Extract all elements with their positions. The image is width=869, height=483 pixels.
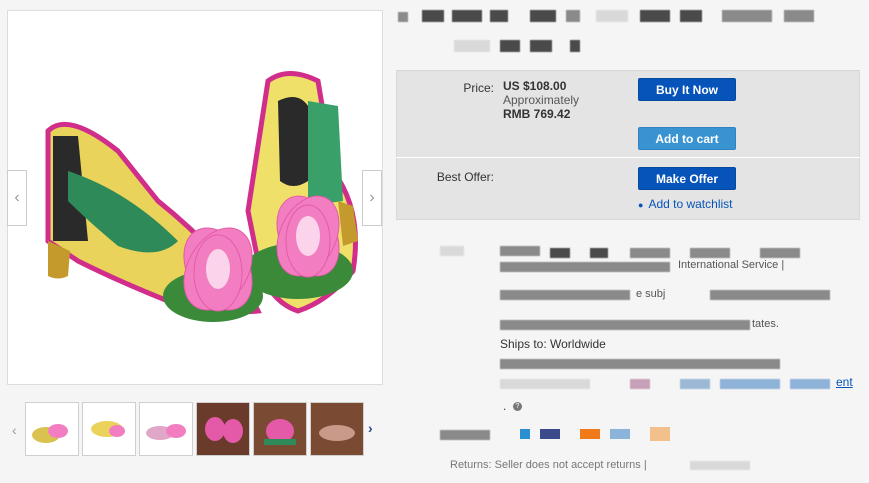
thumbnail-image <box>311 403 363 455</box>
payment-logo <box>580 429 600 439</box>
chevron-left-icon: ‹ <box>12 422 17 438</box>
title-blur <box>680 10 702 22</box>
thumbnail-image <box>26 403 78 455</box>
price-value: US $108.00 <box>503 79 567 93</box>
title-blur <box>452 10 482 22</box>
add-to-watchlist-link[interactable]: ● Add to watchlist <box>638 197 732 211</box>
thumbnail[interactable] <box>25 402 79 456</box>
details-blur <box>690 248 730 258</box>
title-blur <box>398 12 408 22</box>
details-blur <box>680 379 710 389</box>
payment-logo <box>520 429 530 439</box>
title-blur <box>566 10 580 22</box>
title-blur <box>570 40 580 52</box>
details-blur <box>500 320 750 330</box>
details-blur <box>630 248 670 258</box>
details-blur <box>720 379 780 389</box>
title-blur <box>722 10 772 22</box>
thumbnails-next-button[interactable]: › <box>368 420 373 436</box>
add-to-cart-button[interactable]: Add to cart <box>638 127 736 150</box>
states-text: tates. <box>752 318 779 330</box>
thumbnail[interactable] <box>82 402 136 456</box>
details-blur <box>500 379 590 389</box>
thumbnail[interactable] <box>196 402 250 456</box>
chevron-left-icon: ‹ <box>14 189 20 206</box>
thumbnail[interactable] <box>253 402 307 456</box>
title-blur <box>490 10 508 22</box>
help-icon[interactable]: ? <box>513 402 522 411</box>
gallery-prev-button[interactable]: ‹ <box>7 170 27 226</box>
details-blur <box>760 248 800 258</box>
details-blur <box>630 379 650 389</box>
period-text: . <box>503 399 507 413</box>
detail-link[interactable]: ent <box>836 375 853 389</box>
returns-text: Returns: Seller does not accept returns … <box>450 459 647 471</box>
make-offer-button[interactable]: Make Offer <box>638 167 736 190</box>
thumbnail-image <box>83 403 135 455</box>
details-blur <box>550 248 570 258</box>
approx-label: Approximately <box>503 93 580 107</box>
details-blur <box>440 246 464 256</box>
shipping-text: International Service | <box>678 259 785 271</box>
details-blur <box>500 359 780 369</box>
title-blur <box>596 10 628 22</box>
price-label: Price: <box>463 81 494 95</box>
title-blur <box>784 10 814 22</box>
payment-logo <box>540 429 560 439</box>
thumbnail-image <box>140 403 192 455</box>
title-blur <box>422 10 444 22</box>
title-blur <box>530 10 556 22</box>
thumbnail[interactable] <box>139 402 193 456</box>
shoe-illustration <box>45 71 358 322</box>
approx-value: RMB 769.42 <box>503 107 571 121</box>
buy-it-now-button[interactable]: Buy It Now <box>638 78 736 101</box>
chevron-right-icon: › <box>369 189 375 206</box>
thumbnail-image <box>254 403 306 455</box>
returns-blur <box>690 461 750 470</box>
thumbnail-image <box>197 403 249 455</box>
title-blur <box>640 10 670 22</box>
details-blur <box>590 248 608 258</box>
chevron-right-icon: › <box>368 420 373 436</box>
details-blur <box>710 290 830 300</box>
details-blur <box>500 262 670 272</box>
details-blur <box>500 246 540 256</box>
ships-to-text: Ships to: Worldwide <box>500 337 606 351</box>
payment-logo <box>610 429 630 439</box>
details-blur <box>500 290 630 300</box>
thumbnails-prev-button[interactable]: ‹ <box>12 422 17 438</box>
title-blur <box>500 40 520 52</box>
thumbnail[interactable] <box>310 402 364 456</box>
panel-divider <box>396 157 860 158</box>
main-product-image[interactable] <box>7 10 383 385</box>
watchlist-label: Add to watchlist <box>648 197 733 211</box>
title-blur <box>530 40 552 52</box>
payment-logo <box>650 427 670 441</box>
best-offer-label: Best Offer: <box>436 170 494 184</box>
title-blur <box>454 40 490 52</box>
details-blur <box>790 379 830 389</box>
delivery-text: e subj <box>636 288 666 300</box>
gallery-next-button[interactable]: › <box>362 170 382 226</box>
bullet-icon: ● <box>638 200 644 210</box>
payments-blur <box>440 430 490 440</box>
